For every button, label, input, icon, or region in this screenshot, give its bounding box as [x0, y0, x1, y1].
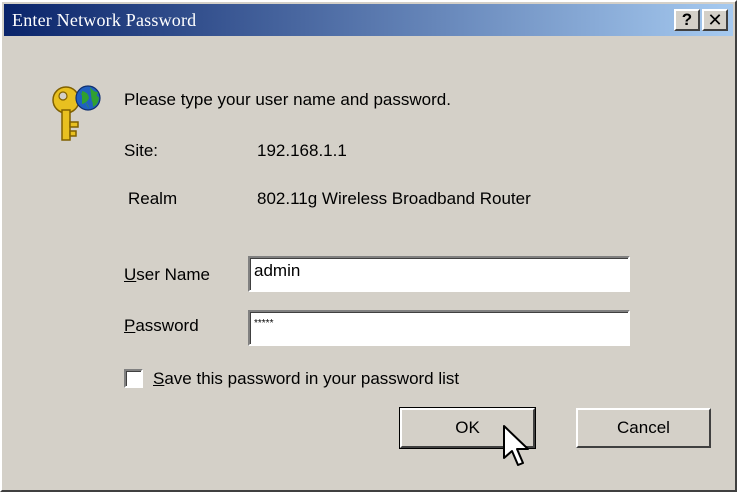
username-label-rest: ser Name: [136, 265, 210, 284]
mouse-pointer-icon: [503, 425, 529, 466]
username-input[interactable]: admin: [248, 256, 630, 292]
save-password-checkbox[interactable]: [124, 369, 143, 388]
save-label-rest: ave this password in your password list: [164, 369, 460, 388]
password-label-rest: assword: [135, 316, 199, 335]
save-accesskey: S: [153, 369, 165, 388]
save-password-label[interactable]: Save this password in your password list: [153, 369, 459, 389]
username-accesskey: U: [124, 265, 137, 284]
realm-label: Realm: [128, 189, 178, 208]
password-input[interactable]: *****: [248, 310, 630, 346]
key-globe-icon: [52, 85, 101, 141]
cancel-button[interactable]: Cancel: [576, 408, 711, 448]
site-value: 192.168.1.1: [257, 141, 347, 160]
close-icon: ✕: [707, 10, 723, 30]
window-title: Enter Network Password: [12, 10, 197, 30]
help-button[interactable]: ?: [674, 9, 700, 31]
username-label: User Name: [124, 265, 210, 285]
password-label: Password: [124, 316, 199, 336]
password-accesskey: P: [124, 316, 136, 335]
close-button[interactable]: ✕: [702, 9, 728, 31]
site-label: Site:: [124, 141, 159, 160]
realm-value: 802.11g Wireless Broadband Router: [257, 189, 531, 208]
prompt-text: Please type your user name and password.: [124, 90, 451, 109]
title-bar[interactable]: Enter Network Password ? ✕: [4, 4, 733, 36]
